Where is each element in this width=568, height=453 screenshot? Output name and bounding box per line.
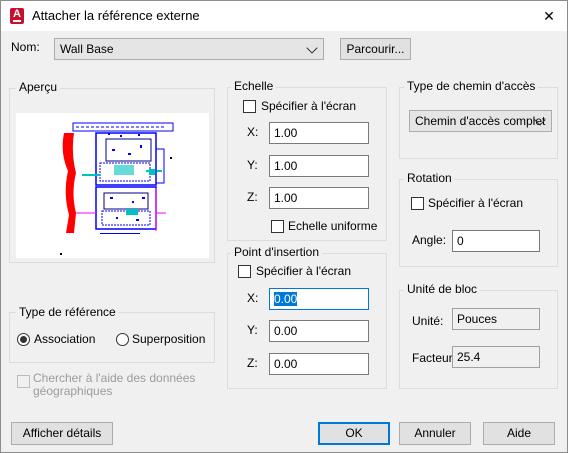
scale-x-label: X: [247, 125, 259, 139]
scale-z-input[interactable]: 1.00 [269, 187, 369, 209]
scale-x-input[interactable]: 1.00 [269, 122, 369, 144]
insertion-specify-checkbox[interactable] [238, 265, 251, 278]
name-dropdown-value: Wall Base [60, 42, 114, 56]
help-button[interactable]: Aide [483, 422, 555, 445]
rotation-group [399, 179, 558, 267]
title-bar[interactable]: A Attacher la référence externe ✕ [1, 1, 567, 31]
scale-y-label: Y: [247, 158, 258, 172]
ok-button[interactable]: OK [318, 422, 390, 445]
insertion-y-label: Y: [247, 323, 258, 337]
block-unit-title: Unité de bloc [404, 282, 481, 296]
overlay-radio[interactable] [116, 333, 129, 346]
insertion-x-label: X: [247, 291, 259, 305]
insertion-z-label: Z: [247, 356, 258, 370]
path-type-value: Chemin d'accès complet [415, 114, 546, 128]
path-type-title: Type de chemin d'accès [404, 79, 539, 93]
window-title: Attacher la référence externe [32, 8, 200, 23]
scale-z-label: Z: [247, 190, 258, 204]
overlay-label[interactable]: Superposition [132, 332, 205, 346]
insertion-x-value: 0.00 [274, 292, 298, 306]
cancel-button[interactable]: Annuler [399, 422, 471, 445]
show-details-button[interactable]: Afficher détails [11, 422, 113, 445]
insertion-z-input[interactable]: 0.00 [269, 353, 369, 375]
geo-data-label: Chercher à l'aide des données géographiq… [33, 372, 195, 398]
name-dropdown[interactable]: Wall Base [54, 38, 324, 60]
angle-input[interactable]: 0 [452, 230, 540, 252]
scale-specify-label[interactable]: Spécifier à l'écran [261, 99, 356, 113]
unit-label: Unité: [412, 314, 444, 328]
browse-button[interactable]: Parcourir... [340, 38, 411, 60]
xref-preview-image [16, 113, 209, 258]
autocad-app-icon: A [10, 8, 24, 24]
name-label: Nom: [11, 40, 40, 54]
insertion-y-input[interactable]: 0.00 [269, 320, 369, 342]
attachment-label[interactable]: Association [34, 332, 95, 346]
chevron-down-icon [306, 42, 318, 54]
insertion-specify-label[interactable]: Spécifier à l'écran [256, 264, 351, 278]
drawing-preview [60, 122, 174, 255]
geo-data-label-line2: géographiques [33, 384, 113, 398]
block-unit-group [399, 290, 558, 389]
app-icon-letter: A [13, 8, 21, 20]
rotation-specify-checkbox[interactable] [411, 197, 424, 210]
attachment-radio[interactable] [17, 333, 30, 346]
scale-y-input[interactable]: 1.00 [269, 155, 369, 177]
attach-xref-dialog: A Attacher la référence externe ✕ Nom: W… [0, 0, 568, 453]
scale-specify-checkbox[interactable] [243, 100, 256, 113]
preview-title: Aperçu [16, 80, 61, 94]
path-type-dropdown[interactable]: Chemin d'accès complet [409, 110, 552, 132]
uniform-scale-label[interactable]: Echelle uniforme [288, 219, 377, 233]
reference-type-title: Type de référence [16, 305, 119, 319]
geo-data-checkbox[interactable] [17, 375, 30, 388]
insertion-x-input[interactable]: 0.00 [269, 288, 369, 310]
rotation-title: Rotation [404, 171, 455, 185]
unit-value: Pouces [452, 308, 540, 330]
scale-title: Echelle [231, 79, 277, 93]
uniform-scale-checkbox[interactable] [271, 220, 284, 233]
angle-label: Angle: [412, 233, 447, 247]
insertion-title: Point d'insertion [231, 245, 323, 259]
close-icon[interactable]: ✕ [531, 1, 567, 31]
factor-label: Facteur: [412, 351, 457, 365]
rotation-specify-label[interactable]: Spécifier à l'écran [428, 196, 523, 210]
factor-value: 25.4 [452, 346, 540, 368]
